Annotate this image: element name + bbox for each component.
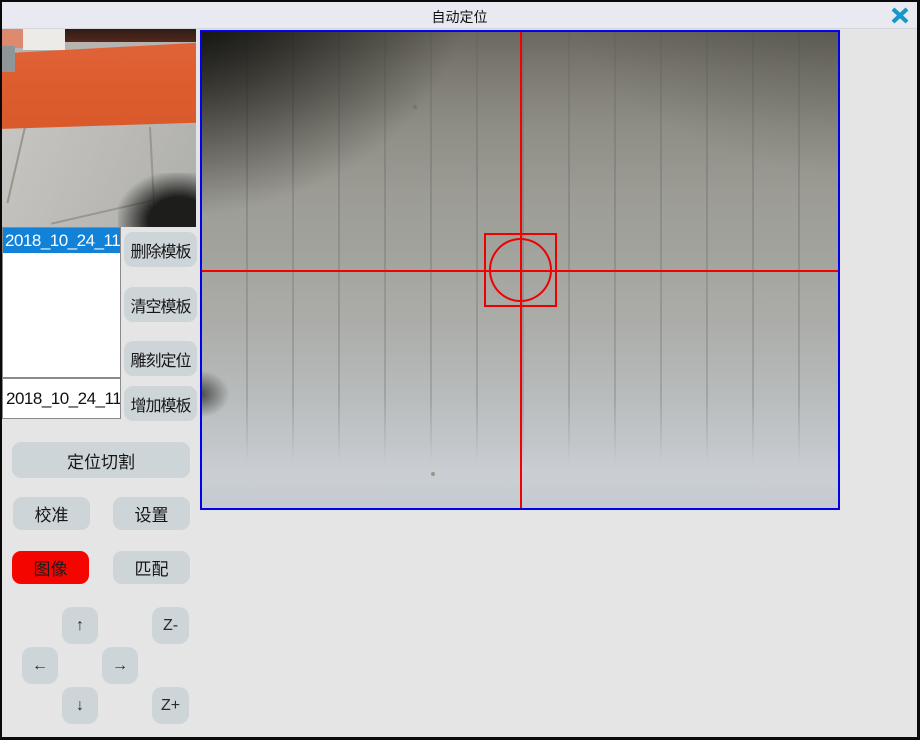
titlebar: 自动定位 <box>2 2 917 29</box>
template-name-field[interactable]: 2018_10_24_11 <box>2 378 121 419</box>
list-item[interactable]: 2018_10_24_11 <box>3 228 120 253</box>
position-cut-button[interactable]: 定位切割 <box>12 442 190 478</box>
jog-left-button[interactable]: ← <box>22 647 58 684</box>
jog-down-button[interactable]: ↓ <box>62 687 98 724</box>
add-template-button[interactable]: 增加模板 <box>124 386 197 421</box>
engrave-position-button[interactable]: 雕刻定位 <box>124 341 197 376</box>
thumbnail-orange-board <box>2 37 196 129</box>
dialog-title: 自动定位 <box>2 7 917 27</box>
delete-template-button[interactable]: 删除模板 <box>124 232 197 267</box>
match-button[interactable]: 匹配 <box>113 551 190 584</box>
close-icon <box>891 7 909 24</box>
clear-template-button[interactable]: 清空模板 <box>124 287 197 322</box>
template-list[interactable]: 2018_10_24_11 <box>2 227 121 378</box>
close-button[interactable] <box>891 7 909 24</box>
template-thumbnail <box>2 29 196 227</box>
jog-right-button[interactable]: → <box>102 647 138 684</box>
settings-button[interactable]: 设置 <box>113 497 190 530</box>
camera-shadow-topleft <box>202 32 502 242</box>
crosshair-horizontal-line <box>202 270 838 272</box>
jog-z-minus-button[interactable]: Z- <box>152 607 189 644</box>
auto-position-dialog: 自动定位 2018_10_24_11 2018_10_24_11 删除模板 清空… <box>0 0 920 740</box>
camera-view[interactable] <box>200 30 840 510</box>
jog-z-plus-button[interactable]: Z+ <box>152 687 189 724</box>
jog-up-button[interactable]: ↑ <box>62 607 98 644</box>
calibrate-button[interactable]: 校准 <box>13 497 90 530</box>
image-button[interactable]: 图像 <box>12 551 89 584</box>
